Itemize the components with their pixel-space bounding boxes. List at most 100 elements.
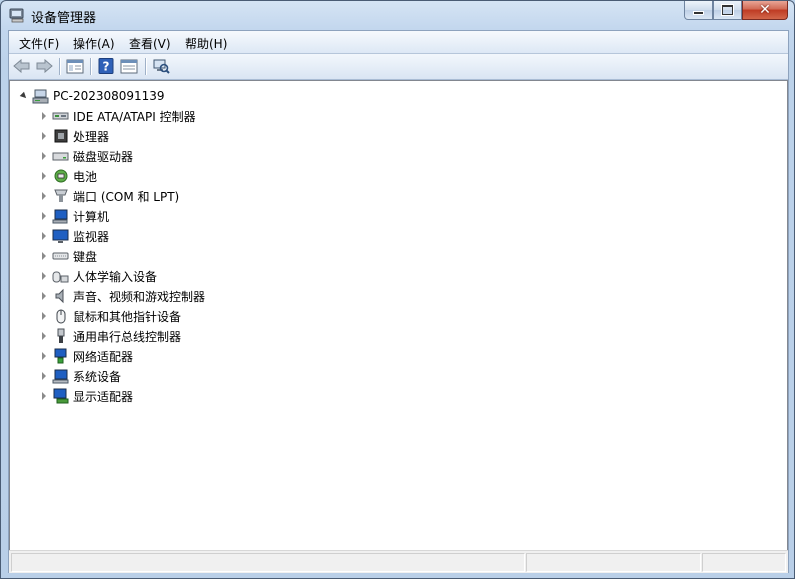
mouse-icon [52, 308, 69, 324]
maximize-button[interactable] [713, 1, 742, 20]
tree-item[interactable]: 端口 (COM 和 LPT) [39, 186, 179, 206]
tree-item-label: 系统设备 [73, 369, 122, 384]
expand-arrow-icon[interactable] [39, 311, 49, 321]
toolbar-separator [59, 58, 61, 75]
toolbar: ? [9, 54, 788, 80]
status-pane-main [11, 553, 525, 572]
menu-action[interactable]: 操作(A) [73, 35, 115, 52]
monitor-icon [52, 228, 69, 244]
expand-arrow-icon[interactable] [39, 391, 49, 401]
properties-icon [120, 59, 138, 73]
collapse-arrow-icon[interactable] [19, 91, 29, 101]
tree-item-label: 人体学输入设备 [73, 269, 158, 284]
tree-item-label: 监视器 [73, 229, 110, 244]
status-pane-secondary [526, 553, 701, 572]
tree-item-label: IDE ATA/ATAPI 控制器 [73, 109, 196, 124]
device-manager-window: 设备管理器 ✕ 文件(F) 操作(A) 查看(V) 帮助(H) ? PC-202… [0, 0, 795, 579]
tree-item[interactable]: 系统设备 [39, 366, 121, 386]
expand-arrow-icon[interactable] [39, 251, 49, 261]
toolbar-separator [145, 58, 147, 75]
show-hide-console-tree-icon [66, 59, 84, 73]
tree-item[interactable]: 键盘 [39, 246, 97, 266]
tree-item[interactable]: 人体学输入设备 [39, 266, 157, 286]
tree-item-label: 通用串行总线控制器 [73, 329, 182, 344]
tree-item[interactable]: 处理器 [39, 126, 109, 146]
expand-arrow-icon[interactable] [39, 151, 49, 161]
port-icon [52, 188, 69, 204]
display-adapter-icon [52, 388, 69, 404]
disk-drive-icon [52, 148, 69, 164]
expand-arrow-icon[interactable] [39, 331, 49, 341]
tree-item[interactable]: 鼠标和其他指针设备 [39, 306, 181, 326]
tree-item[interactable]: 网络适配器 [39, 346, 133, 366]
title-bar[interactable]: 设备管理器 ✕ [1, 1, 794, 29]
status-pane-tertiary [702, 553, 786, 572]
expand-arrow-icon[interactable] [39, 211, 49, 221]
ide-controller-icon [52, 108, 69, 124]
processor-icon [52, 128, 69, 144]
sound-icon [52, 288, 69, 304]
close-button[interactable]: ✕ [742, 1, 788, 20]
hid-icon [52, 268, 69, 284]
tree-root-label: PC-202308091139 [53, 89, 165, 103]
network-adapter-icon [52, 348, 69, 364]
show-hide-tree-button[interactable] [65, 57, 85, 75]
caption-buttons: ✕ [684, 1, 788, 21]
toolbar-separator [90, 58, 92, 75]
tree-item[interactable]: IDE ATA/ATAPI 控制器 [39, 106, 196, 126]
tree-item[interactable]: 显示适配器 [39, 386, 133, 406]
svg-text:?: ? [103, 60, 110, 74]
tree-root[interactable]: PC-202308091139 [19, 86, 165, 106]
expand-arrow-icon[interactable] [39, 111, 49, 121]
tree-item-label: 显示适配器 [73, 389, 134, 404]
back-arrow-icon [13, 59, 30, 73]
tree-item-label: 计算机 [73, 209, 110, 224]
expand-arrow-icon[interactable] [39, 171, 49, 181]
tree-item[interactable]: 计算机 [39, 206, 109, 226]
tree-item[interactable]: 通用串行总线控制器 [39, 326, 181, 346]
tree-item[interactable]: 声音、视频和游戏控制器 [39, 286, 205, 306]
menu-help[interactable]: 帮助(H) [185, 35, 227, 52]
help-icon: ? [98, 58, 114, 74]
expand-arrow-icon[interactable] [39, 291, 49, 301]
forward-button[interactable] [34, 57, 54, 75]
scan-hardware-button[interactable] [151, 57, 171, 75]
computer-icon [52, 208, 69, 224]
tree-item-label: 声音、视频和游戏控制器 [73, 289, 206, 304]
expand-arrow-icon[interactable] [39, 271, 49, 281]
window-title: 设备管理器 [31, 11, 97, 26]
forward-arrow-icon [36, 59, 53, 73]
computer-icon [32, 88, 49, 104]
system-devices-icon [52, 368, 69, 384]
tree-item[interactable]: 磁盘驱动器 [39, 146, 133, 166]
tree-item-label: 网络适配器 [73, 349, 134, 364]
menu-bar: 文件(F) 操作(A) 查看(V) 帮助(H) [9, 31, 788, 54]
expand-arrow-icon[interactable] [39, 351, 49, 361]
expand-arrow-icon[interactable] [39, 131, 49, 141]
tree-item-label: 端口 (COM 和 LPT) [73, 189, 180, 204]
menu-file[interactable]: 文件(F) [19, 35, 59, 52]
status-bar [9, 550, 788, 573]
expand-arrow-icon[interactable] [39, 191, 49, 201]
device-manager-icon [9, 7, 25, 23]
tree-item-label: 鼠标和其他指针设备 [73, 309, 182, 324]
tree-item-label: 磁盘驱动器 [73, 149, 134, 164]
minimize-button[interactable] [684, 1, 713, 20]
properties-button[interactable] [119, 57, 139, 75]
close-icon: ✕ [759, 2, 771, 18]
maximize-icon [722, 5, 733, 15]
tree-item-label: 电池 [73, 169, 98, 184]
scan-hardware-changes-icon [153, 59, 170, 74]
tree-item-label: 键盘 [73, 249, 98, 264]
help-button[interactable]: ? [96, 57, 116, 75]
battery-icon [52, 168, 69, 184]
expand-arrow-icon[interactable] [39, 371, 49, 381]
back-button[interactable] [12, 57, 32, 75]
device-tree: PC-202308091139 IDE ATA/ATAPI 控制器 处理器 磁盘… [9, 80, 788, 551]
expand-arrow-icon[interactable] [39, 231, 49, 241]
menu-view[interactable]: 查看(V) [129, 35, 171, 52]
usb-icon [52, 328, 69, 344]
tree-item[interactable]: 监视器 [39, 226, 109, 246]
tree-item[interactable]: 电池 [39, 166, 97, 186]
client-area: 文件(F) 操作(A) 查看(V) 帮助(H) ? PC-20230809113… [8, 30, 789, 573]
